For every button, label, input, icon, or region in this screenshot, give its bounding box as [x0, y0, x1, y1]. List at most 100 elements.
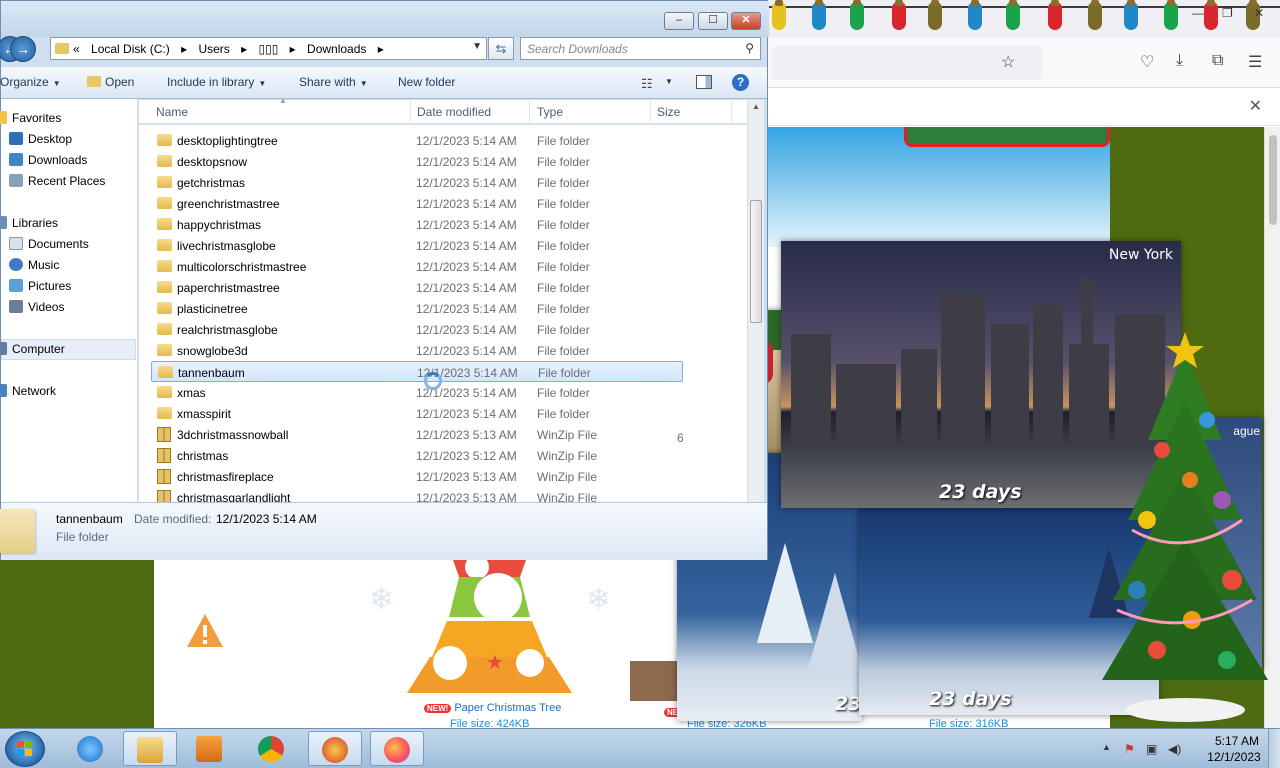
nav-videos[interactable]: Videos	[9, 300, 64, 314]
include-in-library-menu[interactable]: Include in library ▼	[167, 75, 266, 89]
file-row[interactable]: 3dchristmassnowball 12/1/2023 5:13 AM WinZ…	[151, 424, 683, 445]
file-row[interactable]: xmasspirit 12/1/2023 5:14 AM File folder	[151, 403, 683, 424]
column-divider[interactable]	[650, 100, 651, 124]
show-hidden-icons-icon[interactable]: ▲	[1102, 742, 1111, 752]
browser-restore-icon[interactable]: ❐	[1222, 6, 1233, 20]
open-button[interactable]: Open	[87, 75, 134, 89]
file-row[interactable]: greenchristmastree 12/1/2023 5:14 AM File …	[151, 193, 683, 214]
christmas-tree-widget[interactable]	[1102, 330, 1268, 725]
file-row[interactable]: xmas 12/1/2023 5:14 AM File folder	[151, 382, 683, 403]
refresh-button[interactable]: ⇆	[488, 37, 514, 60]
item-thumbnail[interactable]	[630, 661, 680, 701]
address-bar[interactable]: « Local Disk (C:) ▸ Users ▸ ▯▯▯ ▸ Downlo…	[50, 37, 487, 60]
taskbar-app[interactable]	[308, 731, 362, 766]
paper-christmas-tree-thumbnail[interactable]: ★	[402, 557, 577, 702]
breadcrumb-local-disk[interactable]: Local Disk (C:)	[91, 42, 170, 56]
file-row[interactable]: plasticinetree 12/1/2023 5:14 AM File fold…	[151, 298, 683, 319]
file-row[interactable]: happychristmas 12/1/2023 5:14 AM File fold…	[151, 214, 683, 235]
taskbar-ie[interactable]	[64, 731, 118, 766]
pocket-icon[interactable]: ♡	[1140, 52, 1154, 72]
explorer-title-bar[interactable]: – ☐ ✕	[1, 1, 769, 37]
file-row[interactable]: snowglobe3d 12/1/2023 5:14 AM File folder	[151, 340, 683, 361]
menu-hamburger-icon[interactable]: ☰	[1248, 52, 1262, 72]
file-row[interactable]: realchristmasglobe 12/1/2023 5:14 AM File …	[151, 319, 683, 340]
new-folder-button[interactable]: New folder	[398, 75, 455, 89]
taskbar-firefox[interactable]	[370, 731, 424, 766]
search-box[interactable]: ⚲	[520, 37, 761, 60]
browser-minimize-icon[interactable]: —	[1192, 6, 1204, 20]
search-input[interactable]	[527, 42, 737, 56]
file-row[interactable]: paperchristmastree 12/1/2023 5:14 AM File …	[151, 277, 683, 298]
nav-recent-places[interactable]: Recent Places	[9, 174, 105, 188]
nav-libraries[interactable]: Libraries	[0, 216, 58, 230]
close-icon[interactable]: ✕	[1249, 96, 1262, 116]
column-divider[interactable]	[529, 100, 530, 124]
nav-downloads[interactable]: Downloads	[9, 153, 87, 167]
taskbar-explorer[interactable]	[123, 731, 177, 766]
chevron-down-icon[interactable]: ▼	[665, 77, 673, 86]
nav-music[interactable]: Music	[9, 258, 59, 272]
help-icon[interactable]: ?	[732, 74, 749, 91]
column-divider[interactable]	[731, 100, 732, 124]
light-bulb	[1124, 0, 1138, 30]
file-row[interactable]: christmas 12/1/2023 5:12 AM WinZip File	[151, 445, 683, 466]
search-icon[interactable]: ⚲	[745, 41, 754, 55]
clock-date[interactable]: 12/1/2023	[1199, 750, 1269, 764]
file-row[interactable]: desktoplightingtree 12/1/2023 5:14 AM File…	[151, 130, 683, 151]
file-row[interactable]: christmasfireplace 12/1/2023 5:13 AM WinZi…	[151, 466, 683, 487]
breadcrumb-separator[interactable]: ▸	[241, 42, 247, 56]
close-button[interactable]: ✕	[731, 12, 761, 30]
volume-icon[interactable]: ◀)	[1168, 742, 1181, 756]
breadcrumb-downloads[interactable]: Downloads	[307, 42, 366, 56]
column-type[interactable]: Type	[537, 105, 563, 119]
minimize-button[interactable]: –	[664, 12, 694, 30]
breadcrumb-separator[interactable]: ▸	[290, 42, 296, 56]
file-row[interactable]: livechristmasglobe 12/1/2023 5:14 AM File …	[151, 235, 683, 256]
download-icon[interactable]: ⤓	[1176, 52, 1183, 70]
file-row[interactable]: multicolorschristmastree 12/1/2023 5:14 A…	[151, 256, 683, 277]
column-name[interactable]: Name	[156, 105, 188, 119]
clock-time[interactable]: 5:17 AM	[1207, 734, 1267, 748]
file-row[interactable]: getchristmas 12/1/2023 5:14 AM File folder	[151, 172, 683, 193]
taskbar-media-player[interactable]	[183, 731, 237, 766]
breadcrumb-separator[interactable]: ▸	[378, 42, 384, 56]
show-desktop-button[interactable]	[1268, 729, 1280, 768]
paper-tree-link[interactable]: NEW! Paper Christmas Tree	[424, 702, 561, 714]
breadcrumb-users[interactable]: Users	[198, 42, 229, 56]
organize-menu[interactable]: Organize ▼	[0, 75, 61, 89]
taskbar-chrome[interactable]	[245, 731, 299, 766]
breadcrumb-user[interactable]: ▯▯▯	[259, 42, 279, 56]
bookmark-star-icon[interactable]: ☆	[1001, 52, 1015, 72]
column-date-modified[interactable]: Date modified	[417, 105, 491, 119]
file-row-selected[interactable]: tannenbaum 12/1/2023 5:14 AM File folder	[151, 361, 683, 382]
breadcrumb-overflow[interactable]: «	[73, 42, 80, 56]
nav-computer[interactable]: Computer	[0, 342, 65, 356]
forward-button[interactable]: →	[10, 36, 36, 62]
action-center-icon[interactable]: ⚑	[1124, 742, 1135, 756]
network-icon[interactable]: ▣	[1146, 742, 1157, 756]
column-divider[interactable]	[410, 100, 411, 124]
view-options-icon[interactable]: ☷	[641, 76, 653, 92]
browser-close-icon[interactable]: ✕	[1254, 6, 1264, 20]
nav-pictures[interactable]: Pictures	[9, 279, 71, 293]
scrollbar-thumb[interactable]	[750, 200, 762, 323]
file-list-scrollbar[interactable]: ▲	[747, 100, 764, 502]
breadcrumb-separator[interactable]: ▸	[181, 42, 187, 56]
folder-icon	[158, 366, 173, 378]
preview-pane-icon[interactable]	[696, 75, 712, 89]
maximize-button[interactable]: ☐	[698, 12, 728, 30]
file-row[interactable]: christmasgarlandlight 12/1/2023 5:13 AM Wi…	[151, 487, 683, 502]
paper-tree-label[interactable]: Paper Christmas Tree	[454, 702, 561, 714]
extensions-icon[interactable]: ⧉	[1212, 52, 1223, 70]
nav-favorites[interactable]: Favorites	[0, 111, 61, 125]
nav-desktop[interactable]: Desktop	[9, 132, 72, 146]
nav-documents[interactable]: Documents	[9, 237, 89, 251]
chevron-down-icon[interactable]: ▼	[472, 41, 482, 52]
file-row[interactable]: desktopsnow 12/1/2023 5:14 AM File folder	[151, 151, 683, 172]
share-with-menu[interactable]: Share with ▼	[299, 75, 368, 89]
scroll-up-icon[interactable]: ▲	[752, 102, 760, 111]
scrollbar-thumb[interactable]	[1269, 135, 1277, 225]
nav-network[interactable]: Network	[0, 384, 56, 398]
column-size[interactable]: Size	[657, 105, 680, 119]
start-button[interactable]	[5, 731, 45, 767]
